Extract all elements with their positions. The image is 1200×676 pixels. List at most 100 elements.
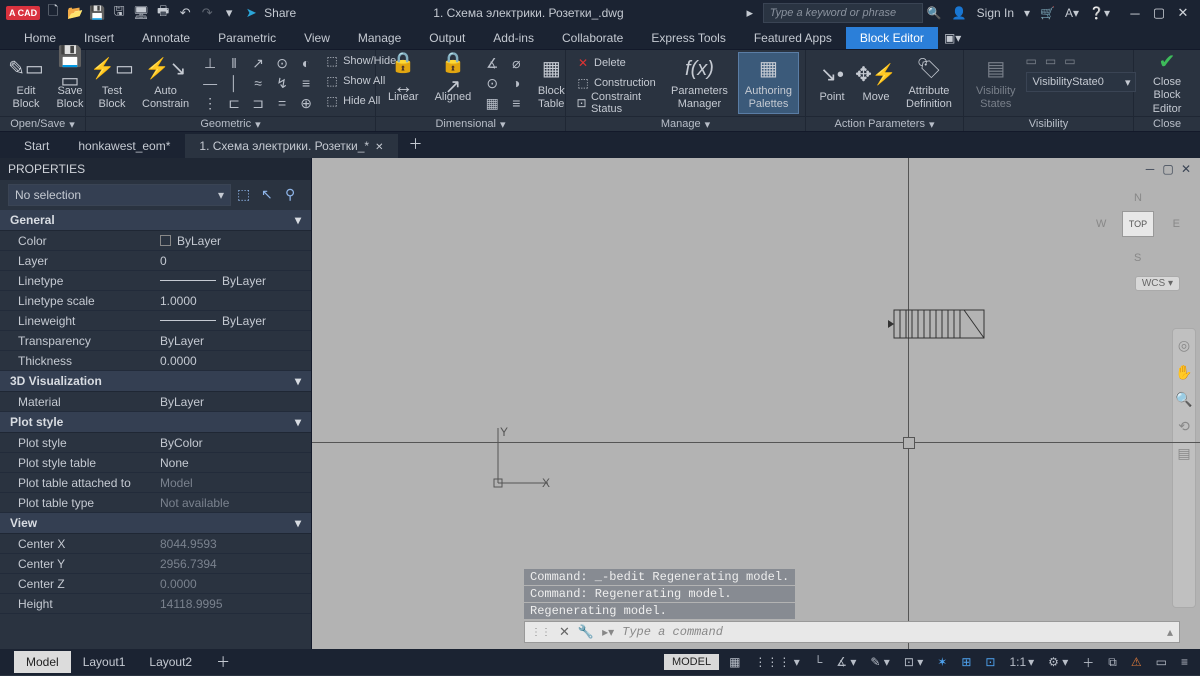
status-model-button[interactable]: MODEL bbox=[664, 654, 719, 670]
section-view[interactable]: View▾ bbox=[0, 513, 311, 534]
visibility-state-combo[interactable]: VisibilityState0 bbox=[1026, 72, 1136, 92]
linear-button[interactable]: 🔒↔Linear bbox=[382, 52, 425, 114]
viewcube-top[interactable]: TOP bbox=[1122, 211, 1154, 237]
app-menu-icon[interactable]: A▾ bbox=[1065, 6, 1079, 20]
status-customize-icon[interactable]: ≡ bbox=[1177, 653, 1192, 671]
nav-zoom-icon[interactable]: 🔍 bbox=[1175, 391, 1192, 408]
status-snap-icon[interactable]: ⋮⋮⋮ ▾ bbox=[750, 653, 803, 671]
section-3d-visualization[interactable]: 3D Visualization▾ bbox=[0, 371, 311, 392]
panel-open-save[interactable]: Open/Save ▾ bbox=[0, 116, 85, 131]
property-row[interactable]: Plot style tableNone bbox=[0, 453, 311, 473]
menu-view[interactable]: View bbox=[290, 27, 344, 49]
open-icon[interactable]: 📂 bbox=[66, 4, 84, 22]
nav-showmotion-icon[interactable]: ▤ bbox=[1177, 445, 1190, 462]
point-button[interactable]: ↘•Point bbox=[812, 52, 852, 114]
aligned-button[interactable]: 🔒↗Aligned bbox=[429, 52, 478, 114]
menu-manage[interactable]: Manage bbox=[344, 27, 415, 49]
property-row[interactable]: Linetype scale1.0000 bbox=[0, 291, 311, 311]
status-gear-icon[interactable]: ⚙ ▾ bbox=[1044, 653, 1072, 671]
property-value[interactable]: 0.0000 bbox=[156, 354, 311, 368]
quick-select-icon[interactable]: ⚲ bbox=[285, 186, 303, 204]
web-mobile-icon[interactable]: 🖥 bbox=[132, 4, 150, 22]
section-plot-style[interactable]: Plot style▾ bbox=[0, 412, 311, 433]
property-value[interactable]: None bbox=[156, 456, 311, 470]
close-block-editor-button[interactable]: ✔CloseBlock Editor bbox=[1140, 52, 1194, 114]
signin-icon[interactable]: 👤 bbox=[952, 6, 967, 20]
viewcube-south[interactable]: S bbox=[1134, 252, 1141, 264]
tab-add-layout[interactable]: ＋ bbox=[204, 648, 242, 676]
drawing-canvas[interactable]: ─ ▢ ✕ N S W E TOP WCS ▾ ◎ ✋ 🔍 ⟲ ▤ bbox=[312, 158, 1200, 649]
property-row[interactable]: Center Y2956.7394 bbox=[0, 554, 311, 574]
property-value[interactable]: 0.0000 bbox=[156, 577, 311, 591]
nav-orbit-icon[interactable]: ⟲ bbox=[1178, 418, 1190, 435]
property-value[interactable]: 14118.9995 bbox=[156, 597, 311, 611]
status-hardware-accel-icon[interactable]: ⚠ bbox=[1127, 653, 1146, 671]
property-row[interactable]: Plot styleByColor bbox=[0, 433, 311, 453]
view-cube[interactable]: N S W E TOP bbox=[1092, 186, 1182, 266]
menu-parametric[interactable]: Parametric bbox=[204, 27, 290, 49]
section-general[interactable]: General▾ bbox=[0, 210, 311, 231]
viewcube-north[interactable]: N bbox=[1134, 192, 1142, 204]
help-icon[interactable]: ❔▾ bbox=[1089, 6, 1110, 20]
property-value[interactable]: ByLayer bbox=[156, 314, 311, 328]
panel-manage[interactable]: Manage ▾ bbox=[566, 116, 805, 131]
property-value[interactable]: 2956.7394 bbox=[156, 557, 311, 571]
tab-options-icon[interactable]: ▣▾ bbox=[944, 31, 961, 45]
doctab-start[interactable]: Start bbox=[10, 134, 64, 158]
menu-featured-apps[interactable]: Featured Apps bbox=[740, 27, 846, 49]
status-polar-icon[interactable]: ∡ ▾ bbox=[832, 653, 860, 671]
property-row[interactable]: Plot table typeNot available bbox=[0, 493, 311, 513]
vis-icon-3[interactable]: ▭ bbox=[1064, 54, 1075, 68]
maximize-button[interactable]: ▢ bbox=[1148, 4, 1170, 22]
property-value[interactable]: ByLayer bbox=[156, 234, 311, 248]
menu-collaborate[interactable]: Collaborate bbox=[548, 27, 637, 49]
property-value[interactable]: Not available bbox=[156, 496, 311, 510]
authoring-palettes-button[interactable]: ▦AuthoringPalettes bbox=[738, 52, 799, 114]
property-value[interactable]: ByLayer bbox=[156, 274, 311, 288]
property-row[interactable]: Center X8044.9593 bbox=[0, 534, 311, 554]
property-row[interactable]: Height14118.9995 bbox=[0, 594, 311, 614]
property-row[interactable]: TransparencyByLayer bbox=[0, 331, 311, 351]
property-row[interactable]: Layer0 bbox=[0, 251, 311, 271]
vis-icon-2[interactable]: ▭ bbox=[1045, 54, 1056, 68]
new-icon[interactable]: 🗋 bbox=[44, 4, 62, 22]
status-isolate-icon[interactable]: ⧉ bbox=[1104, 653, 1121, 672]
status-dynamic-input-icon[interactable]: ⊞ bbox=[957, 653, 975, 671]
close-button[interactable]: ✕ bbox=[1172, 4, 1194, 22]
parameters-manager-button[interactable]: f(x)ParametersManager bbox=[665, 52, 734, 114]
nav-wheel-icon[interactable]: ◎ bbox=[1178, 337, 1190, 354]
nav-pan-icon[interactable]: ✋ bbox=[1175, 364, 1192, 381]
viewcube-east[interactable]: E bbox=[1173, 218, 1180, 230]
status-autosnap-icon[interactable]: ✶ bbox=[933, 653, 951, 671]
tab-layout1[interactable]: Layout1 bbox=[71, 651, 138, 673]
save-block-button[interactable]: 💾▭SaveBlock bbox=[50, 52, 90, 114]
property-row[interactable]: LineweightByLayer bbox=[0, 311, 311, 331]
panel-dimensional[interactable]: Dimensional ▾ bbox=[376, 116, 565, 131]
menu-block-editor[interactable]: Block Editor bbox=[846, 27, 938, 49]
constraint-status-button[interactable]: ⊡Constraint Status bbox=[572, 94, 661, 112]
menu-output[interactable]: Output bbox=[415, 27, 479, 49]
redo-icon[interactable]: ↷ bbox=[198, 4, 216, 22]
save-icon[interactable]: 💾 bbox=[88, 4, 106, 22]
property-value[interactable]: ByLayer bbox=[156, 334, 311, 348]
navigation-bar[interactable]: ◎ ✋ 🔍 ⟲ ▤ bbox=[1172, 328, 1196, 608]
panel-action-parameters[interactable]: Action Parameters ▾ bbox=[806, 116, 963, 131]
search-arrow-icon[interactable]: ▸ bbox=[741, 4, 759, 22]
menu-express-tools[interactable]: Express Tools bbox=[637, 27, 739, 49]
property-row[interactable]: Plot table attached toModel bbox=[0, 473, 311, 493]
tab-model[interactable]: Model bbox=[14, 651, 71, 673]
search-input[interactable]: Type a keyword or phrase bbox=[763, 3, 923, 23]
doctab-current[interactable]: 1. Схема электрики. Розетки_*✕ bbox=[185, 134, 398, 158]
saveas-icon[interactable]: 🖫 bbox=[110, 4, 128, 22]
menu-annotate[interactable]: Annotate bbox=[128, 27, 204, 49]
select-objects-icon[interactable]: ↖ bbox=[261, 186, 279, 204]
doctab-add-button[interactable]: ＋ bbox=[398, 130, 432, 158]
status-isodraft-icon[interactable]: ✎ ▾ bbox=[866, 653, 893, 671]
property-row[interactable]: MaterialByLayer bbox=[0, 392, 311, 412]
move-button[interactable]: ✥⚡Move bbox=[856, 52, 896, 114]
vis-icon-1[interactable]: ▭ bbox=[1026, 54, 1037, 68]
cmd-drag-handle-icon[interactable]: ⋮⋮ bbox=[531, 627, 551, 638]
undo-icon[interactable]: ↶ bbox=[176, 4, 194, 22]
command-line[interactable]: ⋮⋮ ✕ 🔧 ▸▾ Type a command ▴ bbox=[524, 621, 1180, 643]
status-ortho-icon[interactable]: └ bbox=[810, 653, 827, 671]
